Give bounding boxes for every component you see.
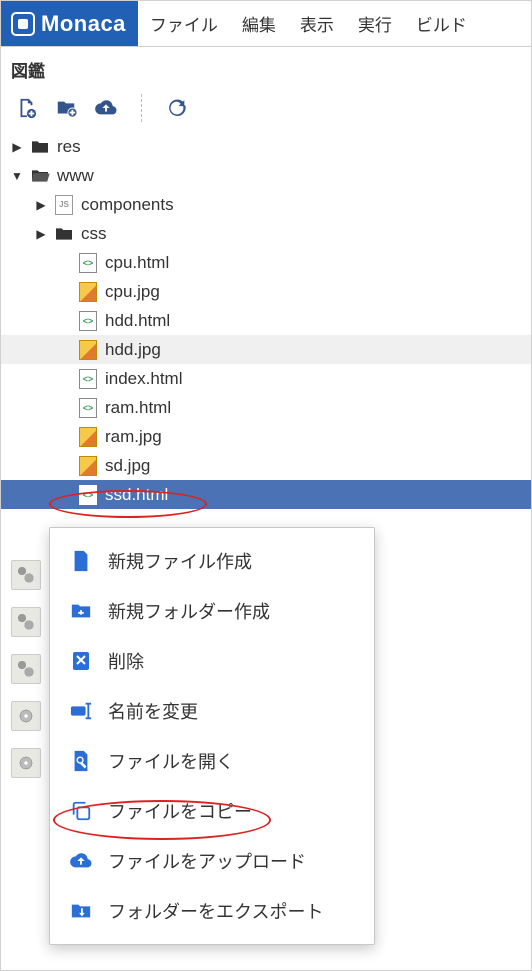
- thumb-icon: [11, 701, 41, 731]
- caret-right-icon: ▶: [35, 198, 47, 212]
- menu-run[interactable]: 実行: [346, 11, 404, 36]
- cloud-upload-icon: [70, 851, 92, 871]
- tree-file-ssd-html[interactable]: ssd.html: [1, 480, 531, 509]
- folder-open-icon: [29, 168, 51, 184]
- caret-down-icon: ▼: [11, 169, 23, 183]
- image-file-icon: [77, 340, 99, 360]
- tree-file-ram-jpg[interactable]: ram.jpg: [1, 422, 531, 451]
- tree-folder-css[interactable]: ▶ css: [1, 219, 531, 248]
- menu-build[interactable]: ビルド: [404, 11, 479, 36]
- folder-icon: [29, 139, 51, 155]
- caret-right-icon: ▶: [11, 140, 23, 154]
- context-item-label: フォルダーをエクスポート: [108, 898, 323, 924]
- thumb-icon: [11, 748, 41, 778]
- tree-file-sd-jpg[interactable]: sd.jpg: [1, 451, 531, 480]
- brand-mark-icon: [11, 12, 35, 36]
- menu-items: ファイル 編集 表示 実行 ビルド: [138, 1, 479, 46]
- new-folder-icon[interactable]: [55, 97, 77, 119]
- tree-item-label: ram.jpg: [105, 427, 162, 447]
- caret-right-icon: ▶: [35, 227, 47, 241]
- context-open[interactable]: ファイルを開く: [50, 736, 374, 786]
- tree-file-ram-html[interactable]: ram.html: [1, 393, 531, 422]
- tree-item-label: hdd.jpg: [105, 340, 161, 360]
- tree-item-label: hdd.html: [105, 311, 170, 331]
- context-export[interactable]: フォルダーをエクスポート: [50, 886, 374, 936]
- code-file-icon: [77, 398, 99, 418]
- tree-item-label: components: [81, 195, 174, 215]
- folder-icon: [53, 226, 75, 242]
- project-title: 図鑑: [1, 47, 531, 88]
- tree-file-cpu-html[interactable]: cpu.html: [1, 248, 531, 277]
- context-new-file[interactable]: 新規ファイル作成: [50, 536, 374, 586]
- code-file-icon: [77, 485, 99, 505]
- rename-icon: [70, 701, 92, 721]
- folder-export-icon: [70, 901, 92, 921]
- code-file-icon: [77, 369, 99, 389]
- app-root: Monaca ファイル 編集 表示 実行 ビルド 図鑑 ▶: [0, 0, 532, 971]
- new-file-icon[interactable]: [15, 97, 37, 119]
- context-item-label: ファイルを開く: [108, 748, 234, 774]
- upload-icon[interactable]: [95, 97, 117, 119]
- tree-item-label: cpu.html: [105, 253, 169, 273]
- tree-file-cpu-jpg[interactable]: cpu.jpg: [1, 277, 531, 306]
- tree-folder-www[interactable]: ▼ www: [1, 161, 531, 190]
- menu-edit[interactable]: 編集: [230, 11, 288, 36]
- file-toolbar: [1, 88, 531, 132]
- code-file-icon: [77, 311, 99, 331]
- tree-folder-res[interactable]: ▶ res: [1, 132, 531, 161]
- tree-folder-components[interactable]: ▶ JS components: [1, 190, 531, 219]
- tree-item-label: www: [57, 166, 94, 186]
- context-item-label: 新規フォルダー作成: [108, 598, 270, 624]
- tree-item-label: index.html: [105, 369, 182, 389]
- file-plus-icon: [70, 550, 92, 572]
- context-item-label: 名前を変更: [108, 698, 198, 724]
- tree-item-label: res: [57, 137, 81, 157]
- brand-name: Monaca: [41, 11, 126, 37]
- tree-file-hdd-html[interactable]: hdd.html: [1, 306, 531, 335]
- image-file-icon: [77, 282, 99, 302]
- context-upload[interactable]: ファイルをアップロード: [50, 836, 374, 886]
- copy-icon: [70, 800, 92, 822]
- context-item-label: ファイルをアップロード: [108, 848, 306, 874]
- tree-file-hdd-jpg[interactable]: hdd.jpg: [1, 335, 531, 364]
- image-file-icon: [77, 456, 99, 476]
- open-file-icon: [70, 750, 92, 772]
- tree-item-label: sd.jpg: [105, 456, 150, 476]
- tree-item-label: css: [81, 224, 107, 244]
- context-rename[interactable]: 名前を変更: [50, 686, 374, 736]
- thumb-icon: [11, 654, 41, 684]
- context-copy[interactable]: ファイルをコピー: [50, 786, 374, 836]
- context-menu: 新規ファイル作成 新規フォルダー作成 削除 名前を変更 ファイルを開く: [49, 527, 375, 945]
- image-file-icon: [77, 427, 99, 447]
- context-delete[interactable]: 削除: [50, 636, 374, 686]
- tree-item-label: cpu.jpg: [105, 282, 160, 302]
- thumb-icon: [11, 560, 41, 590]
- context-new-folder[interactable]: 新規フォルダー作成: [50, 586, 374, 636]
- file-tree: ▶ res ▼ www ▶ JS components ▶ css: [1, 132, 531, 509]
- folder-plus-icon: [70, 601, 92, 621]
- menu-file[interactable]: ファイル: [138, 11, 230, 36]
- brand-logo[interactable]: Monaca: [1, 1, 138, 46]
- js-folder-icon: JS: [53, 195, 75, 215]
- context-item-label: ファイルをコピー: [108, 798, 252, 824]
- tree-file-index-html[interactable]: index.html: [1, 364, 531, 393]
- tree-item-label: ram.html: [105, 398, 171, 418]
- background-thumbnails: [11, 560, 41, 778]
- toolbar-separator: [141, 94, 142, 122]
- menu-view[interactable]: 表示: [288, 11, 346, 36]
- delete-icon: [70, 650, 92, 672]
- refresh-icon[interactable]: [166, 97, 188, 119]
- tree-item-label: ssd.html: [105, 485, 168, 505]
- thumb-icon: [11, 607, 41, 637]
- code-file-icon: [77, 253, 99, 273]
- context-item-label: 削除: [108, 648, 144, 674]
- context-item-label: 新規ファイル作成: [108, 548, 252, 574]
- menubar: Monaca ファイル 編集 表示 実行 ビルド: [1, 1, 531, 47]
